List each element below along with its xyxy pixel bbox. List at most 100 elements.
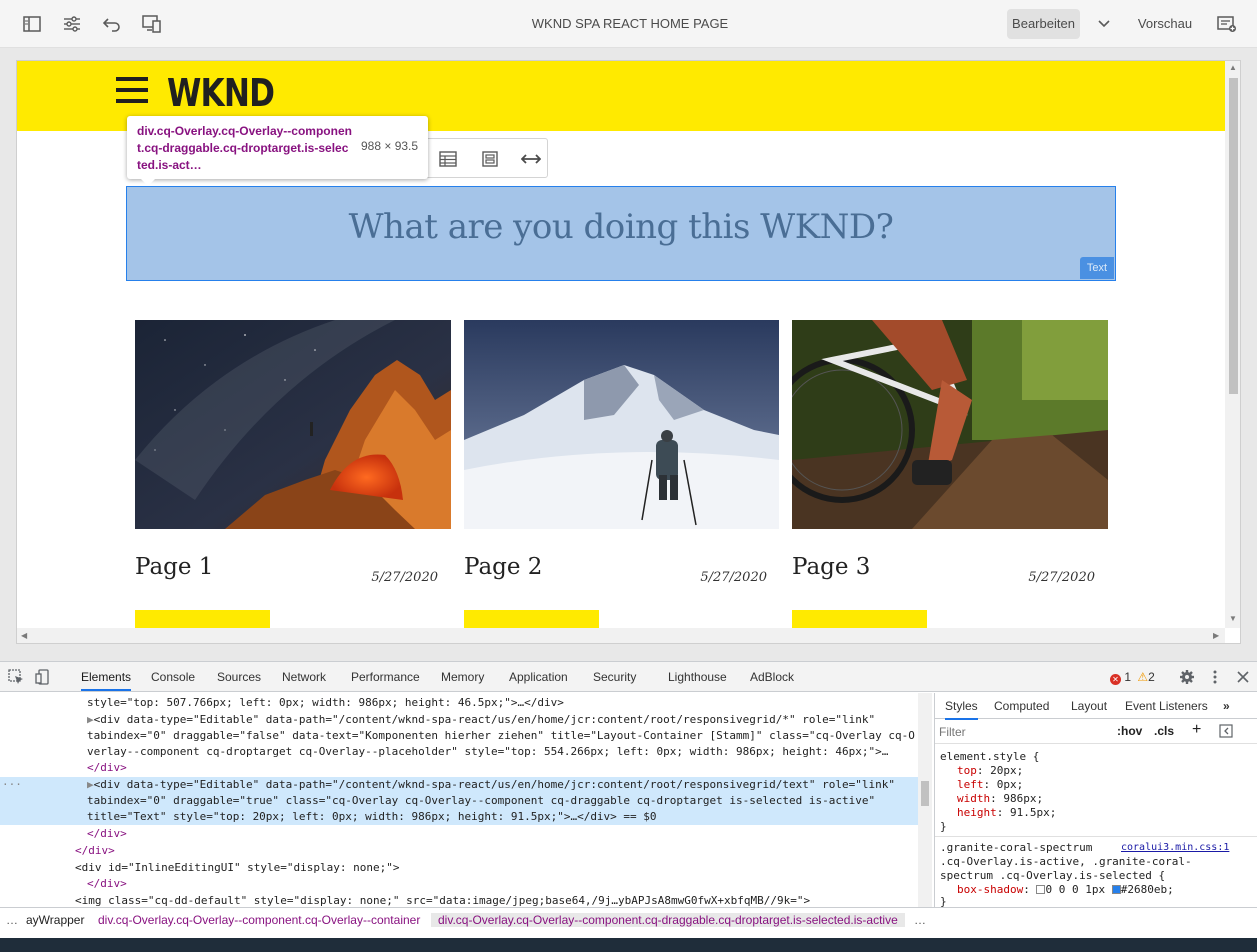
vertical-scrollbar[interactable]: ▲ ▼ xyxy=(1225,61,1240,628)
rule-selector: .granite-coral-spectrum xyxy=(940,841,1093,854)
tooltip-dimensions: 988 × 93.5 xyxy=(361,139,419,153)
tab-performance[interactable]: Performance xyxy=(351,670,420,684)
dom-line[interactable]: <img class="cq-dd-default" style="displa… xyxy=(0,893,918,907)
style-prop[interactable]: left: 0px; xyxy=(957,778,1023,792)
dom-line[interactable]: style="top: 507.766px; left: 0px; width:… xyxy=(0,695,918,711)
tab-adblock[interactable]: AdBlock xyxy=(750,670,794,684)
dom-scrollbar[interactable] xyxy=(918,693,932,907)
os-taskbar xyxy=(0,938,1257,952)
scroll-left-icon[interactable]: ◀ xyxy=(21,631,27,640)
more-options-icon[interactable] xyxy=(1206,668,1224,686)
scrollbar-thumb[interactable] xyxy=(1229,78,1238,394)
device-toolbar-icon[interactable] xyxy=(34,668,52,686)
resize-horizontal-icon[interactable] xyxy=(520,148,542,170)
devtools-tab-bar: Elements Console Sources Network Perform… xyxy=(0,662,1257,692)
hover-state-toggle[interactable]: :hov xyxy=(1117,724,1142,738)
tab-sources[interactable]: Sources xyxy=(217,670,261,684)
style-prop[interactable]: width: 986px; xyxy=(957,792,1043,806)
dom-line[interactable]: </div> xyxy=(0,843,918,859)
horizontal-scrollbar[interactable]: ◀ ▶ xyxy=(17,628,1225,643)
color-swatch[interactable] xyxy=(1111,885,1121,894)
tab-console[interactable]: Console xyxy=(151,670,195,684)
breadcrumb-overflow[interactable]: … xyxy=(914,913,926,927)
layout-table-icon[interactable] xyxy=(437,148,459,170)
mountain-bike-trail-photo xyxy=(769,320,1108,529)
styles-filter-input[interactable] xyxy=(939,723,1104,741)
dom-line-selected[interactable]: ··· ▶<div data-type="Editable" data-path=… xyxy=(0,777,918,793)
tab-memory[interactable]: Memory xyxy=(441,670,484,684)
dom-line-selected[interactable]: title="Text" style="top: 20px; left: 0px… xyxy=(0,809,918,825)
rule-selector: .cq-Overlay.is-active, .granite-coral- xyxy=(940,855,1192,868)
tab-layout[interactable]: Layout xyxy=(1071,699,1107,713)
dom-line[interactable]: verlay--component cq-droptarget cq-Overl… xyxy=(0,744,918,760)
style-prop[interactable]: top: 20px; xyxy=(957,764,1023,778)
scroll-up-icon[interactable]: ▲ xyxy=(1229,63,1237,72)
mode-select-button[interactable]: Bearbeiten xyxy=(1007,9,1080,39)
card-read-more-button[interactable] xyxy=(792,610,927,630)
component-toolbar xyxy=(421,138,548,178)
scrollbar-thumb[interactable] xyxy=(921,781,929,806)
dom-tree[interactable]: style="top: 507.766px; left: 0px; width:… xyxy=(0,693,918,907)
chevron-down-icon[interactable] xyxy=(1092,12,1116,36)
night-camping-photo xyxy=(135,320,451,529)
tab-network[interactable]: Network xyxy=(282,670,326,684)
hamburger-menu-icon[interactable] xyxy=(116,77,148,103)
dom-line[interactable]: ▶<div data-type="Editable" data-path="/c… xyxy=(0,712,918,728)
breadcrumb-item[interactable]: div.cq-Overlay.cq-Overlay--component.cq-… xyxy=(98,913,420,927)
dom-line-selected[interactable]: tabindex="0" draggable="true" class="cq-… xyxy=(0,793,918,809)
card-title[interactable]: Page 1 xyxy=(135,554,213,580)
computed-sidebar-icon[interactable] xyxy=(1219,724,1233,741)
group-icon[interactable] xyxy=(479,148,501,170)
tab-application[interactable]: Application xyxy=(509,670,568,684)
dom-line[interactable]: <div id="InlineEditingUI" style="display… xyxy=(0,860,918,876)
settings-gear-icon[interactable] xyxy=(1178,668,1196,686)
text-component-overlay[interactable]: What are you doing this WKND? Text xyxy=(126,186,1116,281)
style-prop[interactable]: height: 91.5px; xyxy=(957,806,1056,820)
card-read-more-button[interactable] xyxy=(135,610,270,630)
tab-lighthouse[interactable]: Lighthouse xyxy=(668,670,727,684)
new-rule-icon[interactable]: + xyxy=(1192,721,1201,739)
tab-security[interactable]: Security xyxy=(593,670,636,684)
card-read-more-button[interactable] xyxy=(464,610,599,630)
error-icon: ✕ xyxy=(1110,674,1121,685)
annotations-icon[interactable] xyxy=(1215,12,1239,36)
teaser-card[interactable]: Page 1 5/27/2020 xyxy=(135,320,451,630)
tab-styles[interactable]: Styles xyxy=(945,699,978,720)
ellipsis-icon[interactable]: ··· xyxy=(2,777,22,793)
side-panel-icon[interactable] xyxy=(20,12,44,36)
close-icon[interactable] xyxy=(1234,668,1252,686)
style-prop[interactable]: box-shadow: 0 0 0 1px #2680eb; xyxy=(957,883,1174,897)
class-toggle[interactable]: .cls xyxy=(1154,724,1174,738)
inspect-element-icon[interactable] xyxy=(7,668,25,686)
expand-arrow-icon[interactable]: ▶ xyxy=(87,713,94,726)
tab-computed[interactable]: Computed xyxy=(994,699,1049,713)
preview-button[interactable]: Vorschau xyxy=(1126,9,1204,39)
rule-selector: spectrum .cq-Overlay.is-selected { xyxy=(940,869,1166,882)
dom-line[interactable]: </div> xyxy=(0,876,918,892)
teaser-card[interactable]: Page 3 5/27/2020 xyxy=(769,320,1108,630)
dom-line[interactable]: tabindex="0" draggable="false" data-text… xyxy=(0,728,918,744)
more-tabs-icon[interactable]: » xyxy=(1223,699,1230,713)
breadcrumb-item[interactable]: ayWrapper xyxy=(26,913,84,927)
wknd-logo[interactable]: WKND xyxy=(167,71,275,115)
dom-line[interactable]: </div> xyxy=(0,826,918,842)
page-properties-icon[interactable] xyxy=(60,12,84,36)
stylesheet-source-link[interactable]: coralui3.min.css:1 xyxy=(1121,841,1229,855)
undo-icon[interactable] xyxy=(100,12,124,36)
card-date: 5/27/2020 xyxy=(1028,570,1095,585)
emulator-icon[interactable] xyxy=(140,12,164,36)
expand-arrow-icon[interactable]: ▶ xyxy=(87,778,94,791)
element-style-header: element.style { xyxy=(940,750,1040,763)
breadcrumb-item-selected[interactable]: div.cq-Overlay.cq-Overlay--component.cq-… xyxy=(431,913,905,927)
tab-elements[interactable]: Elements xyxy=(81,670,132,691)
issues-counter[interactable]: ✕ 1 ⚠2 xyxy=(1110,670,1155,685)
tab-event-listeners[interactable]: Event Listeners xyxy=(1125,699,1208,713)
page-title: WKND SPA REACT HOME PAGE xyxy=(531,16,729,31)
breadcrumb-overflow[interactable]: … xyxy=(6,913,18,927)
card-title[interactable]: Page 2 xyxy=(464,554,542,580)
teaser-card[interactable]: Page 2 5/27/2020 xyxy=(464,320,780,630)
scroll-right-icon[interactable]: ▶ xyxy=(1213,631,1219,640)
dom-line[interactable]: </div> xyxy=(0,760,918,776)
card-title[interactable]: Page 3 xyxy=(792,554,870,580)
scroll-down-icon[interactable]: ▼ xyxy=(1229,614,1237,623)
